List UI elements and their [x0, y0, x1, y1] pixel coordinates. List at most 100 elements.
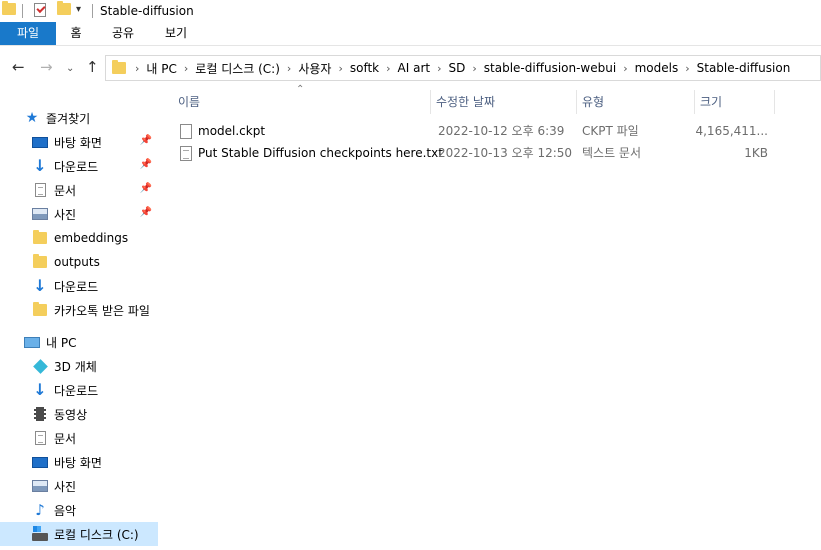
- breadcrumb-softk[interactable]: softk: [350, 61, 379, 75]
- sidebar-item-documents[interactable]: 문서 📌: [0, 178, 158, 202]
- column-divider[interactable]: [576, 90, 577, 114]
- breadcrumb-webui[interactable]: stable-diffusion-webui: [484, 61, 616, 75]
- pin-icon[interactable]: 📌: [140, 135, 152, 146]
- sidebar-item-kakaotalk[interactable]: 카카오톡 받은 파일: [0, 298, 158, 322]
- desktop-icon: [32, 134, 48, 150]
- cube-icon: [32, 358, 48, 374]
- up-arrow-icon[interactable]: ↑: [86, 59, 99, 75]
- file-date: 2022-10-12 오후 6:39: [438, 124, 565, 138]
- tab-share[interactable]: 공유: [106, 22, 140, 45]
- ribbon: 파일 홈 공유 보기: [0, 22, 821, 46]
- breadcrumb-separator-icon: ›: [386, 61, 391, 75]
- toolbar-divider: [22, 4, 23, 18]
- column-divider[interactable]: [694, 90, 695, 114]
- new-folder-icon[interactable]: [57, 1, 71, 15]
- breadcrumb-separator-icon: ›: [623, 61, 628, 75]
- file-name: model.ckpt: [198, 124, 266, 138]
- navigation-bar: ← → ⌄ ↑ › 내 PC › 로컬 디스크 (C:) › 사용자 › sof…: [0, 52, 821, 84]
- column-size[interactable]: 크기: [696, 90, 774, 114]
- sidebar-item-pictures[interactable]: 사진 📌: [0, 202, 158, 226]
- sidebar-item-downloads[interactable]: ↓ 다운로드 📌: [0, 154, 158, 178]
- pin-icon[interactable]: 📌: [140, 159, 152, 170]
- file-row[interactable]: model.ckpt 2022-10-12 오후 6:39 CKPT 파일 4,…: [174, 120, 784, 142]
- breadcrumb-models[interactable]: models: [635, 61, 679, 75]
- file-size: 1KB: [744, 146, 768, 160]
- breadcrumb-stable-diffusion[interactable]: Stable-diffusion: [697, 61, 791, 75]
- address-folder-icon: [112, 60, 126, 74]
- folder-icon: [2, 1, 16, 15]
- breadcrumb-separator-icon: ›: [286, 61, 292, 75]
- folder-icon: [32, 254, 48, 270]
- music-note-icon: ♪: [35, 501, 45, 519]
- file-row[interactable]: Put Stable Diffusion checkpoints here.tx…: [174, 142, 784, 164]
- back-arrow-icon[interactable]: ←: [12, 59, 25, 75]
- sidebar-item-desktop[interactable]: 바탕 화면 📌: [0, 130, 158, 154]
- document-icon: [32, 182, 48, 198]
- toolbar-divider: [92, 4, 93, 18]
- picture-icon: [32, 206, 48, 222]
- properties-icon[interactable]: [34, 3, 46, 17]
- sidebar-item-local-disk[interactable]: 로컬 디스크 (C:): [0, 522, 158, 546]
- breadcrumb-separator-icon: ›: [338, 61, 343, 75]
- customize-toolbar-icon[interactable]: ▾: [76, 4, 81, 15]
- file-size: 4,165,411...: [695, 124, 768, 138]
- sidebar-item-quick-access[interactable]: ★ 즐겨찾기: [0, 106, 158, 130]
- computer-icon: [24, 334, 40, 350]
- sidebar-item-music[interactable]: ♪ 음악: [0, 498, 158, 522]
- folder-icon: [32, 230, 48, 246]
- navigation-pane: ★ 즐겨찾기 바탕 화면 📌 ↓ 다운로드 📌 문서 📌 사진 📌 embedd…: [0, 90, 158, 550]
- sidebar-item-pc-desktop[interactable]: 바탕 화면: [0, 450, 158, 474]
- picture-icon: [32, 478, 48, 494]
- file-type: 텍스트 문서: [582, 146, 642, 160]
- tab-home[interactable]: 홈: [62, 22, 90, 45]
- folder-icon: [32, 302, 48, 318]
- column-type[interactable]: 유형: [578, 90, 694, 114]
- breadcrumb-sd[interactable]: SD: [449, 61, 466, 75]
- tab-file[interactable]: 파일: [0, 22, 56, 45]
- breadcrumb-separator-icon: ›: [183, 61, 189, 75]
- column-divider[interactable]: [774, 90, 775, 114]
- sidebar-item-pc-documents[interactable]: 문서: [0, 426, 158, 450]
- breadcrumb-separator-icon: ›: [437, 61, 442, 75]
- text-file-icon: [180, 145, 192, 161]
- sidebar-item-downloads-2[interactable]: ↓ 다운로드: [0, 274, 158, 298]
- download-icon: ↓: [33, 380, 47, 399]
- drive-icon: [32, 526, 48, 542]
- sidebar-item-embeddings[interactable]: embeddings: [0, 226, 158, 250]
- column-name[interactable]: 이름: [174, 90, 430, 114]
- column-divider[interactable]: [430, 90, 431, 114]
- breadcrumb-this-pc[interactable]: 내 PC: [146, 60, 176, 77]
- document-icon: [32, 430, 48, 446]
- breadcrumb-separator-icon: ›: [685, 61, 690, 75]
- sidebar-item-this-pc[interactable]: 내 PC: [0, 330, 158, 354]
- tab-view[interactable]: 보기: [158, 22, 194, 45]
- column-date[interactable]: 수정한 날짜: [432, 90, 576, 114]
- sidebar-item-pc-pictures[interactable]: 사진: [0, 474, 158, 498]
- pin-icon[interactable]: 📌: [140, 207, 152, 218]
- breadcrumb-separator-icon: ›: [472, 61, 477, 75]
- file-icon: [180, 123, 192, 139]
- pin-icon[interactable]: 📌: [140, 183, 152, 194]
- title-bar: ▾ Stable-diffusion: [0, 0, 821, 22]
- file-date: 2022-10-13 오후 12:50: [438, 146, 573, 160]
- breadcrumb-users[interactable]: 사용자: [298, 60, 331, 77]
- sidebar-item-3d-objects[interactable]: 3D 개체: [0, 354, 158, 378]
- breadcrumb-local-disk[interactable]: 로컬 디스크 (C:): [195, 60, 280, 77]
- address-bar[interactable]: › 내 PC › 로컬 디스크 (C:) › 사용자 › softk › AI …: [105, 55, 821, 81]
- column-header: ⌃ 이름 수정한 날짜 유형 크기: [174, 84, 784, 114]
- forward-arrow-icon[interactable]: →: [40, 59, 53, 75]
- sidebar-item-videos[interactable]: 동영상: [0, 402, 158, 426]
- file-type: CKPT 파일: [582, 124, 639, 138]
- star-icon: ★: [25, 110, 39, 126]
- breadcrumb-ai-art[interactable]: AI art: [398, 61, 431, 75]
- sidebar-item-outputs[interactable]: outputs: [0, 250, 158, 274]
- desktop-icon: [32, 454, 48, 470]
- download-icon: ↓: [33, 156, 47, 175]
- sidebar-item-pc-downloads[interactable]: ↓ 다운로드: [0, 378, 158, 402]
- film-icon: [32, 406, 48, 422]
- window-title: Stable-diffusion: [100, 4, 194, 18]
- download-icon: ↓: [33, 276, 47, 295]
- breadcrumb-separator-icon: ›: [135, 61, 140, 75]
- recent-locations-chevron-icon[interactable]: ⌄: [66, 61, 74, 77]
- file-name: Put Stable Diffusion checkpoints here.tx…: [198, 146, 443, 160]
